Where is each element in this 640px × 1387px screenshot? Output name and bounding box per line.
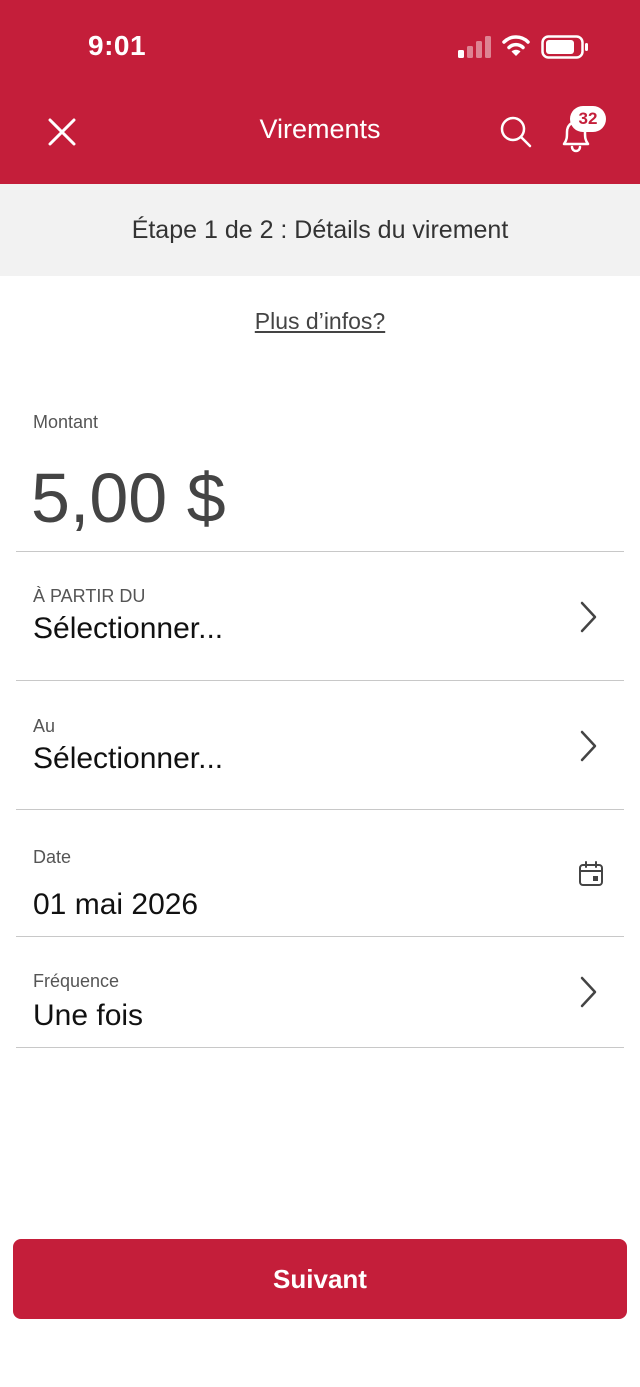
amount-label: Montant (33, 412, 99, 432)
notification-badge: 32 (570, 106, 606, 132)
divider (16, 1047, 624, 1048)
battery-icon (541, 35, 588, 59)
wifi-icon (502, 35, 530, 56)
chevron-right-icon (580, 976, 597, 1008)
amount-input[interactable]: 5,00 $ (31, 458, 226, 538)
date-value: 01 mai 2026 (33, 888, 199, 921)
date-label: Date (33, 847, 72, 867)
chevron-right-icon (580, 730, 597, 762)
to-account-value: Sélectionner... (33, 742, 224, 775)
frequency-row[interactable]: Fréquence Une fois (0, 937, 640, 1047)
to-account-row[interactable]: Au Sélectionner... (0, 681, 640, 809)
chevron-right-icon (580, 601, 597, 633)
date-row[interactable]: Date 01 mai 2026 (0, 810, 640, 936)
to-account-label: Au (33, 716, 56, 736)
frequency-value: Une fois (33, 999, 144, 1032)
from-account-row[interactable]: À PARTIR DU Sélectionner... (0, 552, 640, 680)
more-info-container: Plus d’infos? (0, 308, 640, 335)
next-button[interactable]: Suivant (13, 1239, 627, 1319)
step-indicator: Étape 1 de 2 : Détails du virement (0, 184, 640, 276)
search-icon[interactable] (496, 112, 536, 152)
page-title: Virements (259, 114, 381, 144)
app-header: 9:01 Virements 32 (0, 0, 640, 184)
from-account-value: Sélectionner... (33, 612, 224, 645)
status-time: 9:01 (88, 30, 147, 61)
frequency-label: Fréquence (33, 971, 120, 991)
from-account-label: À PARTIR DU (33, 586, 146, 606)
cellular-signal-icon (458, 36, 491, 58)
more-info-link[interactable]: Plus d’infos? (255, 308, 385, 334)
calendar-icon[interactable] (577, 860, 605, 888)
